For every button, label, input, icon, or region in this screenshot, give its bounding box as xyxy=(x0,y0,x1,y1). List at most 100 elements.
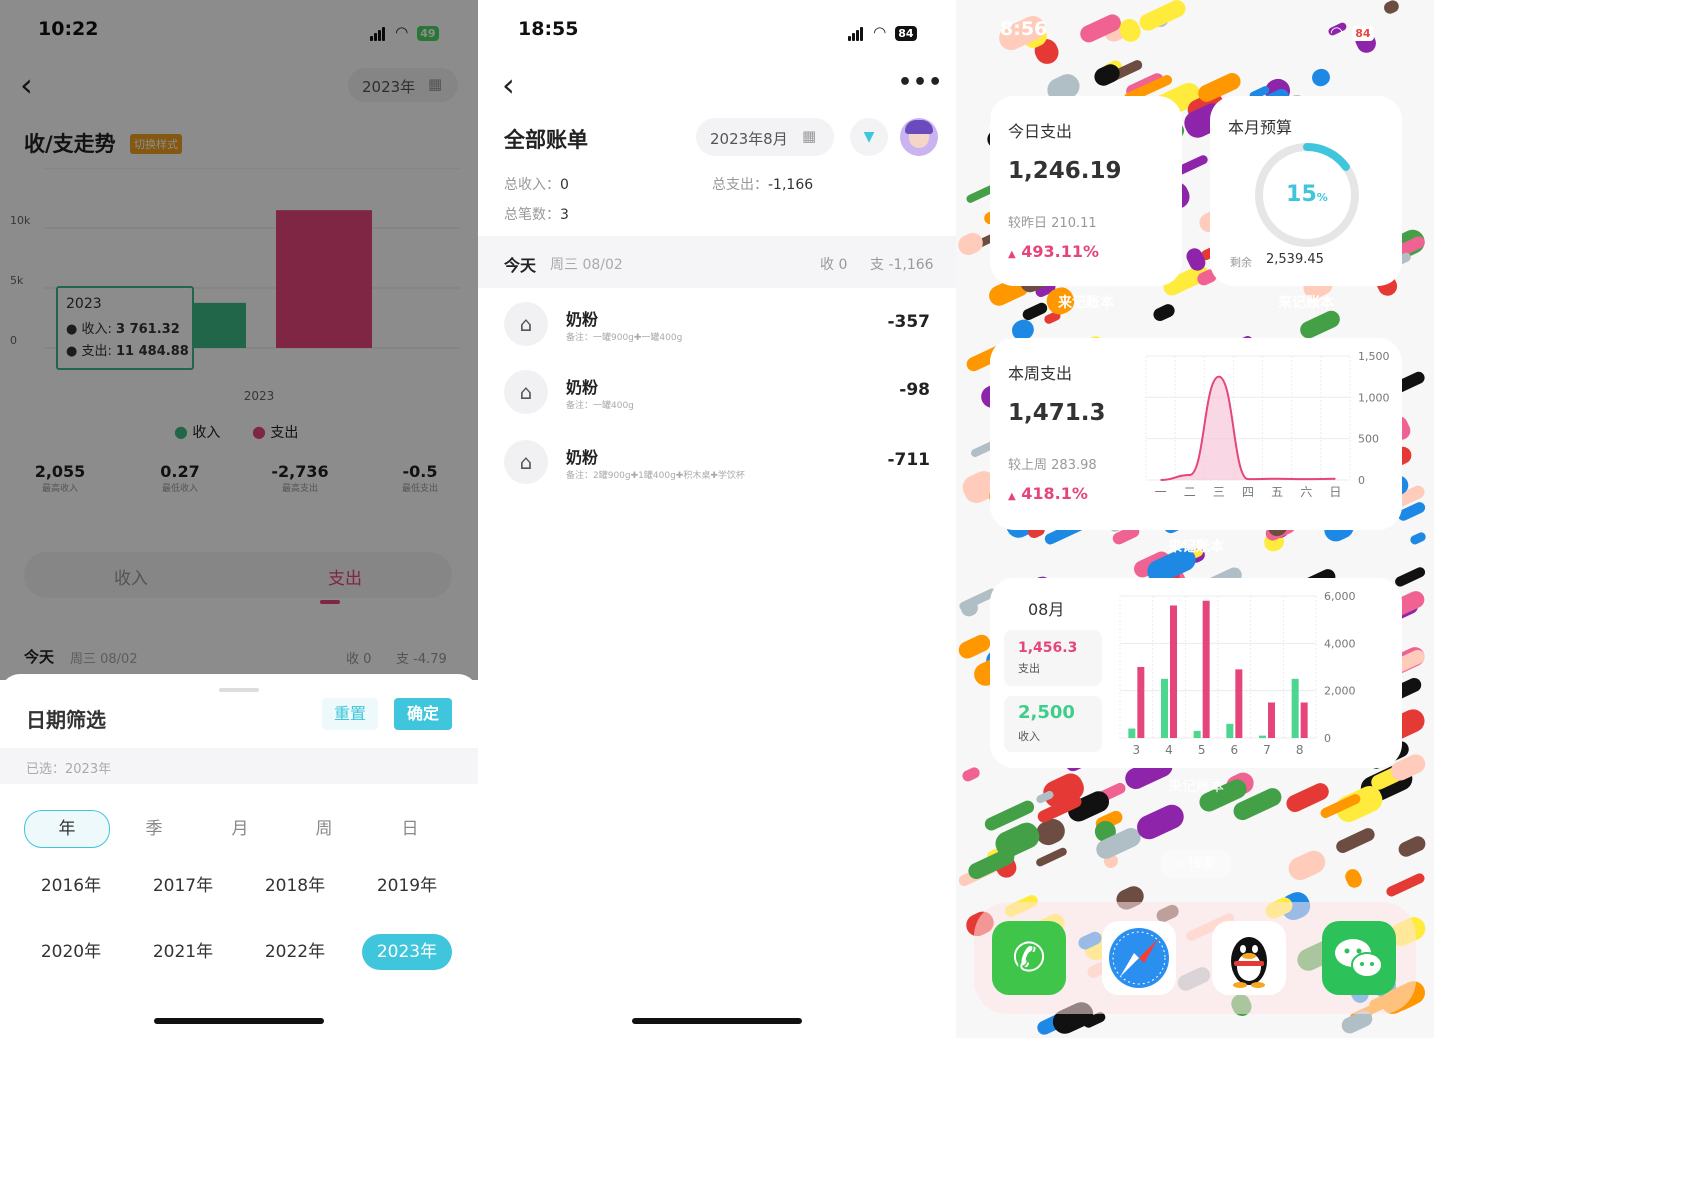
home-indicator[interactable] xyxy=(154,1018,324,1024)
compare-label: 较昨日 210.11 xyxy=(1008,216,1097,231)
year-option[interactable]: 2019年 xyxy=(362,868,452,904)
modal-overlay[interactable] xyxy=(0,0,478,680)
segment-day[interactable]: 日 xyxy=(368,810,452,848)
remain-label: 剩余 xyxy=(1230,256,1252,269)
segment-week[interactable]: 周 xyxy=(282,810,366,848)
y-tick-label: 500 xyxy=(1358,433,1379,446)
monthly-budget-widget[interactable]: 本月预算 15% 剩余 2,539.45 xyxy=(1210,96,1402,286)
status-icons: ◠ 84 xyxy=(1326,22,1374,41)
segment-quarter[interactable]: 季 xyxy=(112,810,196,848)
month-income-value: 2,500 xyxy=(1018,702,1075,723)
day-label: 今天 xyxy=(504,256,537,275)
battery-icon: 84 xyxy=(895,26,917,41)
screen-all-bills: 18:55 ◠ 84 ‹ ••• 全部账单 2023年8月 ▦ ▼ 总收入：0 … xyxy=(478,0,956,1038)
bill-item[interactable]: ⌂ 奶粉 备注：一罐400g -98 xyxy=(478,366,956,428)
total-expense: 总支出：-1,166 xyxy=(712,177,814,193)
month-picker[interactable]: 2023年8月 ▦ xyxy=(696,118,834,156)
reset-button[interactable]: 重置 xyxy=(322,698,378,730)
widget-amount: 1,471.3 xyxy=(1008,400,1106,426)
year-option[interactable]: 2017年 xyxy=(138,868,228,904)
wechat-app-icon[interactable] xyxy=(1322,921,1396,995)
home-indicator[interactable] xyxy=(632,1018,802,1024)
search-pill[interactable]: ⌕ 搜索 xyxy=(1160,850,1232,878)
month-income-box: 2,500 收入 xyxy=(1004,696,1102,752)
bill-item-name: 奶粉 xyxy=(566,448,599,467)
expense-bar xyxy=(1235,669,1243,738)
status-time: 18:55 xyxy=(518,18,579,40)
income-bar xyxy=(1128,728,1136,738)
month-expense-label: 支出 xyxy=(1018,662,1040,675)
bill-item[interactable]: ⌂ 奶粉 备注：2罐900g✚1罐400g✚积木桌✚学饮杯 -711 xyxy=(478,436,956,498)
wallpaper-stroke xyxy=(1382,0,1402,17)
month-expense-box: 1,456.3 支出 xyxy=(1004,630,1102,686)
wallpaper-stroke xyxy=(1035,846,1069,869)
dock: ✆ xyxy=(974,902,1416,1014)
sheet-handle[interactable] xyxy=(219,688,259,692)
wifi-icon: ◠ xyxy=(1330,23,1344,41)
avatar[interactable] xyxy=(900,118,938,156)
selected-text: 已选：2023年 xyxy=(26,762,112,777)
widget-month: 08月 xyxy=(1028,600,1065,619)
year-option[interactable]: 2021年 xyxy=(138,934,228,970)
widget-amount: 1,246.19 xyxy=(1008,158,1122,184)
expense-bar xyxy=(1268,702,1275,738)
year-option[interactable]: 2022年 xyxy=(250,934,340,970)
y-tick-label: 1,500 xyxy=(1358,350,1390,363)
widget-footer: 来记账本 xyxy=(1278,295,1334,311)
day-header: 今天 周三 08/02 收 0 支 -1,166 xyxy=(478,236,956,288)
basket-icon: ⌂ xyxy=(504,440,548,484)
x-tick-label: 五 xyxy=(1271,485,1283,499)
widget-title: 今日支出 xyxy=(1008,122,1073,141)
page-title: 全部账单 xyxy=(504,128,588,152)
confirm-button[interactable]: 确定 xyxy=(394,698,452,730)
phone-app-icon[interactable]: ✆ xyxy=(992,921,1066,995)
monthly-bar-chart: 0 2,000 4,000 6,000 3 4 5 6 7 8 xyxy=(1119,590,1356,757)
change-percent: ▲ 418.1% xyxy=(1008,484,1088,503)
y-tick-label: 2,000 xyxy=(1324,685,1356,698)
total-income: 总收入：0 xyxy=(504,177,569,193)
segment-year[interactable]: 年 xyxy=(24,810,110,848)
more-icon[interactable]: ••• xyxy=(898,70,943,95)
bill-item-amount: -98 xyxy=(899,380,930,400)
year-option-selected[interactable]: 2023年 xyxy=(362,934,452,970)
year-option[interactable]: 2020年 xyxy=(26,934,116,970)
budget-percent: 15% xyxy=(1286,182,1328,207)
segment-month[interactable]: 月 xyxy=(198,810,282,848)
income-bar xyxy=(1161,678,1168,738)
monthly-trend-widget[interactable]: 08月 1,456.3 支出 2,500 收入 0 2,000 4,000 6,000… xyxy=(990,578,1402,768)
back-icon[interactable]: ‹ xyxy=(502,66,515,104)
x-tick-label: 3 xyxy=(1133,743,1141,757)
year-option[interactable]: 2018年 xyxy=(250,868,340,904)
bill-item-amount: -357 xyxy=(887,312,930,332)
bill-item-amount: -711 xyxy=(887,450,930,470)
wallpaper-stroke xyxy=(1385,872,1427,899)
expense-bar xyxy=(1137,667,1145,738)
year-option[interactable]: 2016年 xyxy=(26,868,116,904)
wallpaper-stroke xyxy=(1409,530,1428,546)
weekly-area-chart: 0 500 1,000 1,500 一 二 三 四 五 六 日 xyxy=(1145,350,1390,499)
widget-footer: 来记账本 xyxy=(1168,779,1224,795)
wallpaper-stroke xyxy=(956,229,986,259)
filter-icon[interactable]: ▼ xyxy=(850,118,888,156)
bill-item[interactable]: ⌂ 奶粉 备注：一罐900g✚一罐400g -357 xyxy=(478,298,956,360)
wallpaper-stroke xyxy=(1309,65,1333,89)
income-bar xyxy=(1259,735,1266,738)
up-arrow-icon: ▲ xyxy=(1008,249,1016,260)
screen-home-widgets: 8:56 ◠ 84 今日支出 1,246.19 较昨日 210.11 ▲ 493… xyxy=(956,0,1434,1038)
wallpaper-stroke xyxy=(1393,565,1427,588)
weekly-expense-widget[interactable]: 本周支出 1,471.3 较上周 283.98 ▲ 418.1% 0 500 1,0… xyxy=(990,338,1402,530)
today-expense-widget[interactable]: 今日支出 1,246.19 较昨日 210.11 ▲ 493.11% xyxy=(990,96,1182,286)
safari-app-icon[interactable] xyxy=(1102,921,1176,995)
day-expense: 支 -1,166 xyxy=(870,257,934,273)
date-filter-sheet: 日期筛选 重置 确定 已选：2023年 年 季 月 周 日 2016年 2017… xyxy=(0,674,478,1038)
remain-value: 2,539.45 xyxy=(1266,252,1324,267)
wallpaper-stroke xyxy=(1284,847,1329,885)
qq-app-icon[interactable] xyxy=(1212,921,1286,995)
x-tick-label: 5 xyxy=(1198,743,1206,757)
income-bar xyxy=(1226,723,1234,738)
basket-icon: ⌂ xyxy=(504,302,548,346)
compare-label: 较上周 283.98 xyxy=(1008,458,1097,473)
y-tick-label: 1,000 xyxy=(1358,391,1390,404)
status-time: 8:56 xyxy=(1000,18,1048,40)
up-arrow-icon: ▲ xyxy=(1008,491,1016,502)
